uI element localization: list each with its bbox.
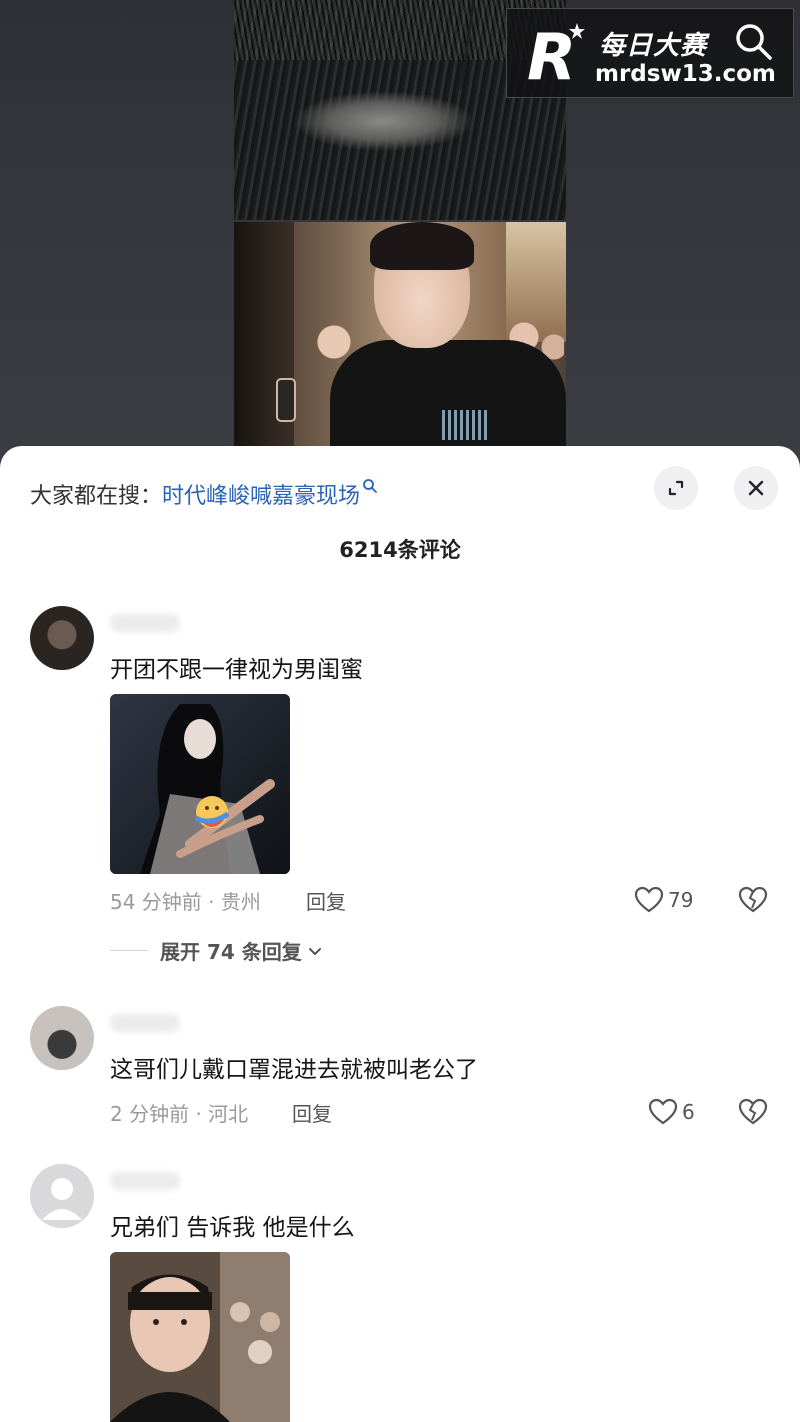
username-blurred[interactable] — [110, 1172, 180, 1190]
dislike-icon[interactable] — [738, 886, 768, 914]
watermark-url: mrdsw13.com — [595, 61, 776, 87]
video-frame-young-man[interactable] — [234, 222, 566, 452]
username-blurred[interactable] — [110, 1014, 180, 1032]
comment-image[interactable] — [110, 694, 290, 874]
tshirt-print — [442, 410, 488, 440]
comment-count-title: 6214条评论 — [339, 538, 461, 562]
phone-in-hand — [276, 378, 296, 422]
close-icon — [748, 480, 764, 496]
trending-search-term[interactable]: 时代峰峻喊嘉豪现场 — [162, 484, 360, 509]
divider-line — [110, 950, 148, 951]
comment-image[interactable] — [110, 1252, 290, 1422]
default-avatar-icon[interactable] — [30, 1164, 94, 1228]
search-icon[interactable] — [733, 21, 773, 61]
watermark-brand: 每日大赛 — [599, 31, 708, 61]
hair — [370, 222, 474, 270]
username-blurred[interactable] — [110, 614, 180, 632]
expand-icon — [668, 480, 684, 496]
avatar[interactable] — [30, 1006, 94, 1070]
watermark-banner: R 每日大赛 mrdsw13.com — [506, 8, 794, 98]
like-button[interactable]: 6 — [648, 1098, 695, 1126]
logo-r-star-icon: R — [527, 21, 585, 89]
like-count: 6 — [682, 1100, 695, 1124]
heart-icon — [648, 1098, 678, 1125]
expand-button[interactable] — [654, 466, 698, 510]
dislike-icon[interactable] — [738, 1098, 768, 1126]
comment-text: 这哥们儿戴口罩混进去就被叫老公了 — [110, 1057, 478, 1083]
expand-replies-label: 展开 74 条回复 — [160, 940, 302, 964]
trending-search[interactable]: 大家都在搜：时代峰峻喊嘉豪现场 — [30, 478, 378, 510]
selfie-photo-image — [110, 1252, 290, 1422]
trending-search-prefix: 大家都在搜： — [30, 484, 163, 509]
like-button[interactable]: 79 — [634, 886, 693, 914]
search-small-icon — [363, 479, 377, 493]
comment-text: 兄弟们 告诉我 他是什么 — [110, 1215, 355, 1241]
comment-item: 这哥们儿戴口罩混进去就被叫老公了 2 分钟前 · 河北 回复 6 — [0, 1006, 800, 1136]
comment-item: 开团不跟一律视为男闺蜜 54 分钟前 · 贵州 回复 79 展开 74 条回复 — [0, 606, 800, 966]
comment-panel: 大家都在搜：时代峰峻喊嘉豪现场 6214条评论 开团不跟一律视为男闺蜜 54 分… — [0, 446, 800, 1422]
comment-text: 开团不跟一律视为男闺蜜 — [110, 657, 363, 683]
svg-text:R: R — [527, 21, 576, 89]
screen: R 每日大赛 mrdsw13.com 大家都在搜：时代峰峻喊嘉豪现场 6214条… — [0, 0, 800, 1422]
anime-character-image — [110, 694, 290, 874]
reply-button[interactable]: 回复 — [292, 1098, 332, 1127]
comment-item: 兄弟们 告诉我 他是什么 — [0, 1164, 800, 1422]
comment-time-location: 2 分钟前 · 河北 — [110, 1102, 249, 1126]
reply-button[interactable]: 回复 — [306, 886, 346, 915]
user-silhouette-icon — [42, 1178, 82, 1220]
chevron-down-icon — [308, 947, 321, 955]
close-button[interactable] — [734, 466, 778, 510]
like-count: 79 — [668, 888, 694, 912]
comment-time-location: 54 分钟前 · 贵州 — [110, 890, 261, 914]
expand-replies-button[interactable]: 展开 74 条回复 — [110, 936, 324, 965]
heart-icon — [634, 886, 664, 913]
avatar[interactable] — [30, 606, 94, 670]
